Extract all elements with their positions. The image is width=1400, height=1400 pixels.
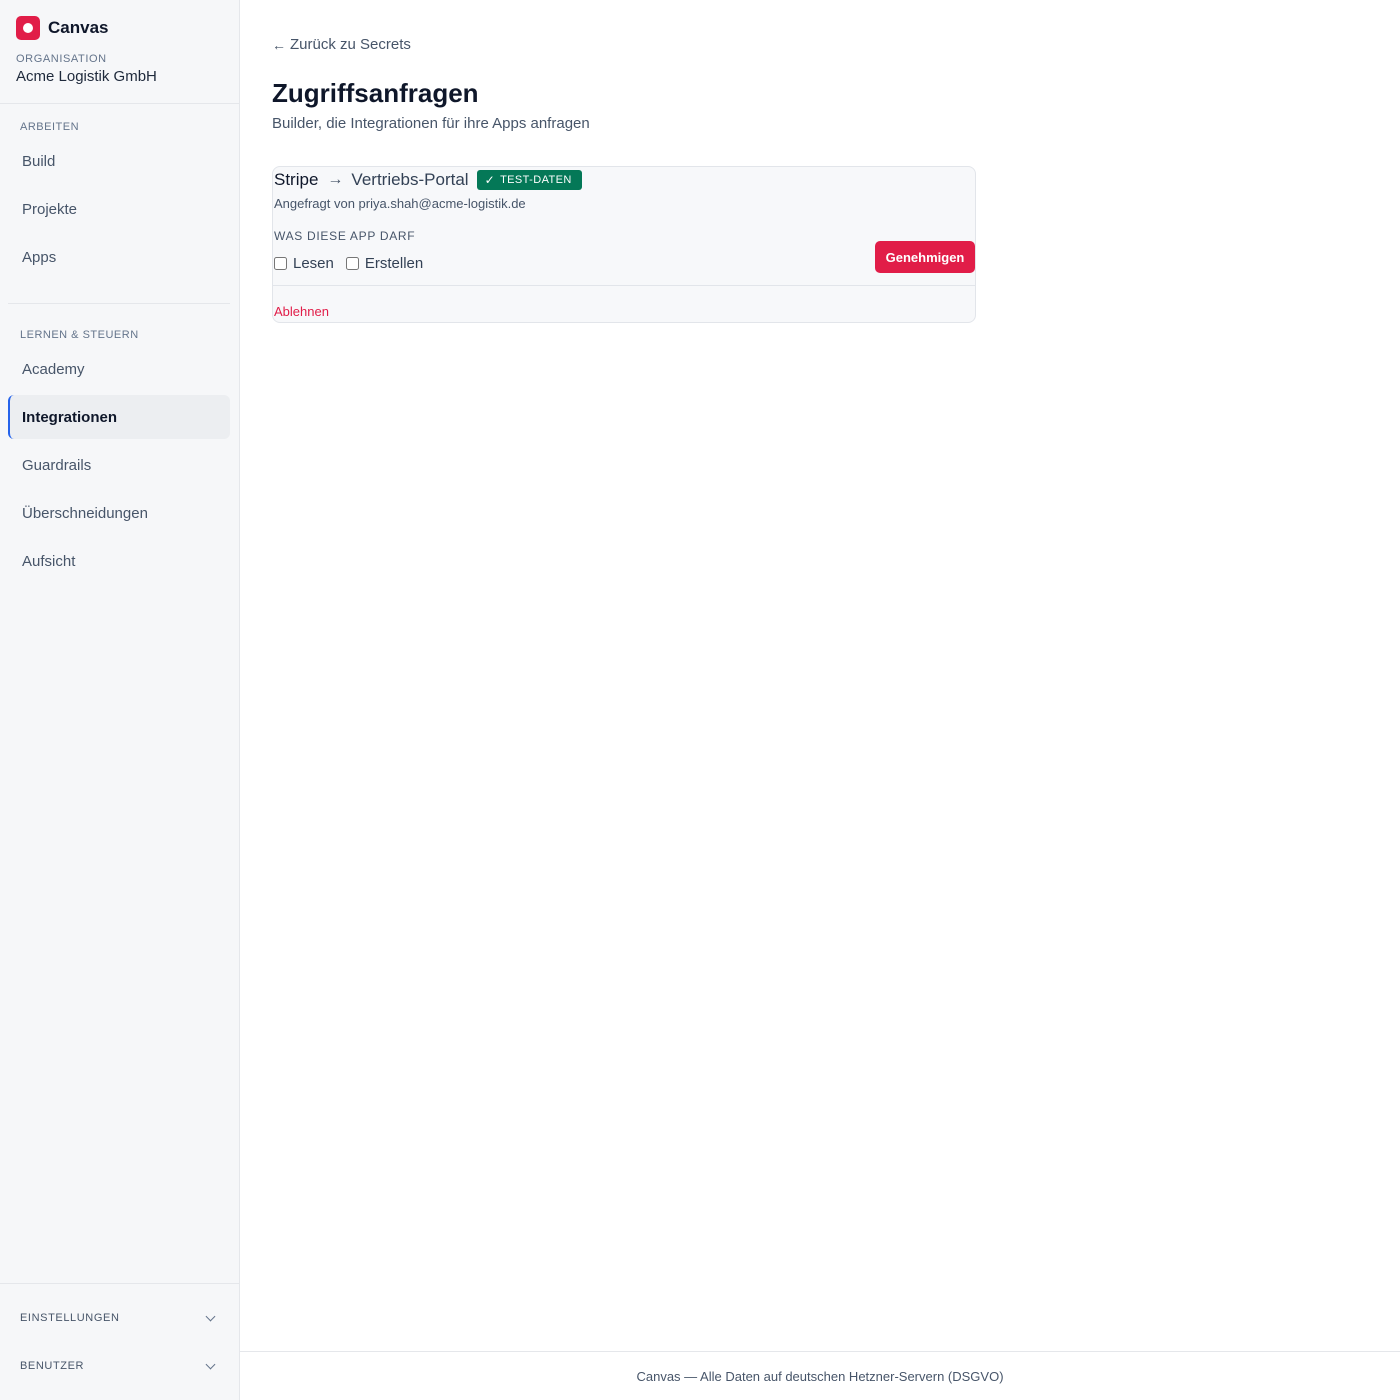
page-title: Zugriffsanfragen: [272, 78, 479, 108]
sidebar-item-label: Aufsicht: [22, 552, 76, 570]
request-header: Stripe → Vertriebs-Portal ✓ TEST-DATEN: [274, 170, 582, 190]
badge-label: TEST-DATEN: [500, 174, 572, 186]
divider: [273, 285, 975, 286]
collapsible-label: BENUTZER: [20, 1360, 85, 1372]
back-link-label: Zurück zu Secrets: [290, 36, 411, 53]
collapsible-einstellungen[interactable]: EINSTELLUNGEN: [20, 1308, 218, 1328]
sidebar-item-apps[interactable]: Apps: [8, 235, 230, 279]
brand[interactable]: Canvas: [16, 16, 108, 40]
chevron-down-icon: [205, 1311, 216, 1321]
permissions-label: WAS DIESE APP DARF: [274, 229, 416, 243]
section-label-arbeiten: ARBEITEN: [20, 121, 80, 133]
chevron-down-icon: [205, 1359, 216, 1369]
sidebar-item-aufsicht[interactable]: Aufsicht: [8, 539, 230, 583]
back-link[interactable]: ← Zurück zu Secrets: [272, 36, 411, 53]
access-request-card: Stripe → Vertriebs-Portal ✓ TEST-DATEN A…: [272, 166, 976, 323]
sidebar-item-guardrails[interactable]: Guardrails: [8, 443, 230, 487]
permission-label: Erstellen: [364, 255, 424, 272]
section-label-lernen-steuern: LERNEN & STEUERN: [20, 329, 139, 341]
divider: [0, 1283, 239, 1284]
permission-lesen[interactable]: Lesen: [274, 255, 334, 272]
org-label: ORGANISATION: [16, 53, 107, 65]
sidebar-item-label: Apps: [22, 248, 57, 266]
sidebar-item-label: Integrationen: [22, 408, 118, 426]
brand-name: Canvas: [48, 18, 109, 37]
reject-link[interactable]: Ablehnen: [274, 304, 329, 319]
sidebar-item-label: Projekte: [22, 200, 78, 218]
permission-lesen-checkbox[interactable]: [274, 257, 287, 270]
check-icon: ✓: [484, 173, 496, 187]
sidebar-item-build[interactable]: Build: [8, 139, 230, 183]
arrow-left-icon: ←: [272, 36, 286, 53]
request-source: Stripe: [274, 170, 319, 189]
divider: [8, 303, 230, 304]
permission-label: Lesen: [293, 255, 334, 272]
sidebar-item-label: Build: [22, 152, 56, 170]
sidebar-item-ueberschneidungen[interactable]: Überschneidungen: [8, 491, 230, 535]
permission-erstellen[interactable]: Erstellen: [345, 255, 424, 272]
sidebar: Canvas ORGANISATION Acme Logistik GmbH A…: [0, 0, 240, 1400]
permissions: Lesen Erstellen: [274, 255, 435, 272]
collapsible-benutzer[interactable]: BENUTZER: [20, 1356, 218, 1376]
divider: [0, 103, 239, 104]
sidebar-item-label: Academy: [22, 360, 85, 378]
permission-erstellen-checkbox[interactable]: [345, 257, 359, 270]
approve-button[interactable]: Genehmigen: [875, 241, 975, 273]
request-target: Vertriebs-Portal: [351, 170, 469, 189]
sidebar-item-integrationen[interactable]: Integrationen: [8, 395, 230, 439]
logo-icon: [16, 16, 40, 40]
sidebar-item-label: Guardrails: [22, 456, 92, 474]
collapsible-label: EINSTELLUNGEN: [20, 1312, 120, 1324]
org-name[interactable]: Acme Logistik GmbH: [16, 68, 157, 85]
footer-text: Canvas — Alle Daten auf deutschen Hetzne…: [636, 1369, 1004, 1384]
arrow-right-icon: →: [327, 171, 344, 188]
footer: Canvas — Alle Daten auf deutschen Hetzne…: [240, 1351, 1400, 1400]
sidebar-item-label: Überschneidungen: [22, 504, 148, 522]
main-content: ← Zurück zu Secrets Zugriffsanfragen Bui…: [240, 0, 1400, 1400]
requested-by: Angefragt von priya.shah@acme-logistik.d…: [274, 196, 526, 211]
sidebar-item-academy[interactable]: Academy: [8, 347, 230, 391]
page-subtitle: Builder, die Integrationen für ihre Apps…: [272, 115, 590, 132]
sidebar-item-projekte[interactable]: Projekte: [8, 187, 230, 231]
status-badge: ✓ TEST-DATEN: [476, 170, 582, 190]
